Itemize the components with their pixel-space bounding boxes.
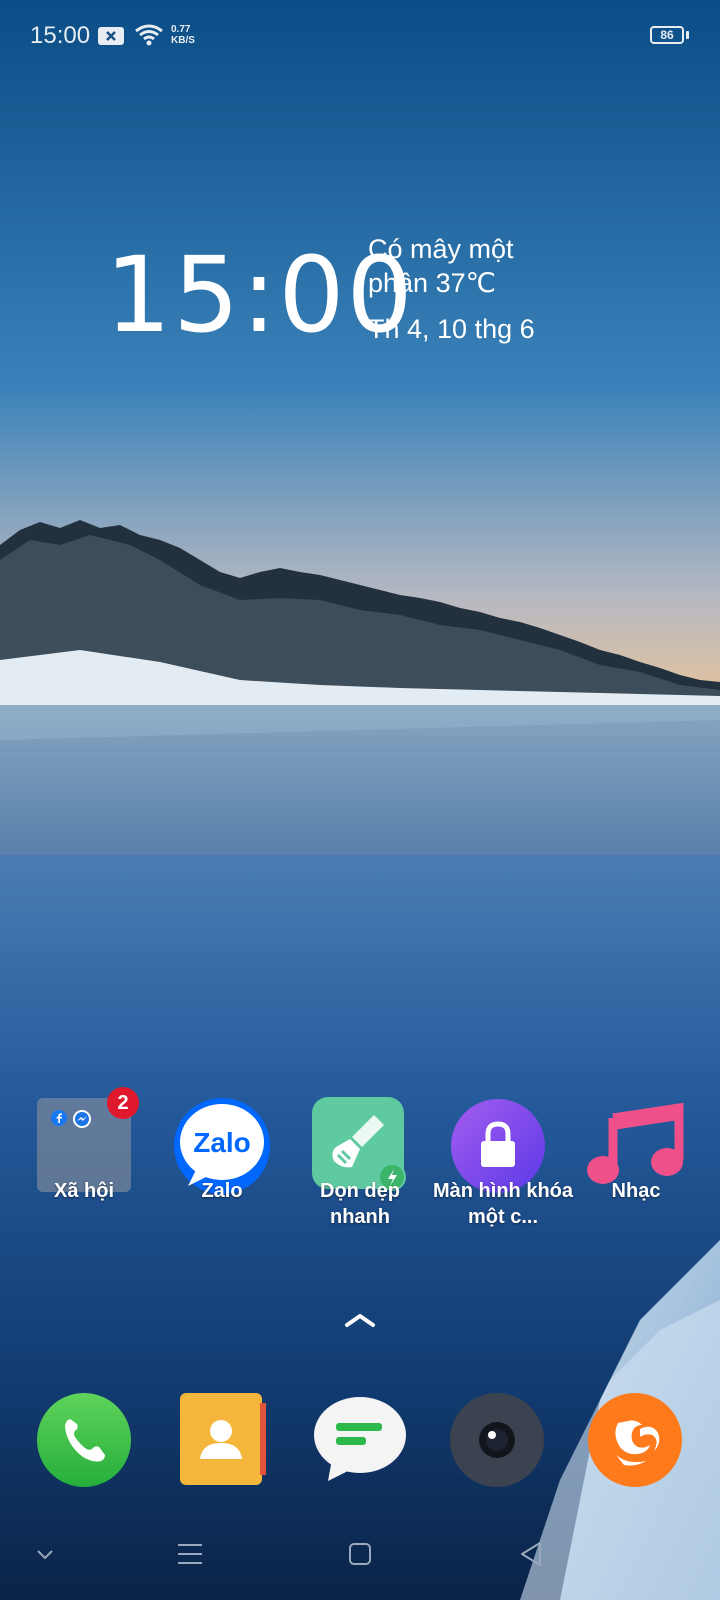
net-speed-value: 0.77 [171,24,191,35]
camera-icon[interactable] [450,1393,544,1492]
navigation-bar [0,1520,720,1600]
battery-level: 86 [660,28,674,42]
battery-tip [686,31,689,39]
notification-badge: 2 [107,1087,139,1119]
phone-icon[interactable] [37,1393,131,1492]
uc-browser-icon[interactable] [588,1393,682,1492]
menu-icon[interactable] [176,1542,204,1571]
weather-info[interactable]: Có mây một phần 37℃ [368,232,568,300]
chevron-down-icon[interactable] [36,1548,54,1566]
chevron-up-icon[interactable] [344,1312,376,1333]
status-bar: 15:00 0.77 KB/S 86 [0,0,720,72]
date-info[interactable]: Th 4, 10 thg 6 [368,314,535,345]
app-label-zalo[interactable]: Zalo [152,1178,292,1204]
app-label-cleaner[interactable]: Dọn dẹp nhanh [290,1178,430,1230]
no-sim-icon [98,27,124,50]
status-time: 15:00 [30,22,91,49]
app-label-social[interactable]: Xã hội [14,1178,154,1204]
home-icon[interactable] [348,1542,372,1571]
app-label-music[interactable]: Nhạc [566,1178,706,1204]
wifi-icon [134,24,164,51]
net-speed: 0.77 KB/S [171,24,195,46]
net-speed-unit: KB/S [171,35,195,46]
zalo-icon-text: Zalo [193,1127,251,1158]
back-icon[interactable] [518,1540,544,1573]
facebook-icon [51,1110,67,1131]
app-label-lockscreen[interactable]: Màn hình khóa một c... [428,1178,578,1230]
messenger-icon [73,1110,91,1133]
messages-icon[interactable] [312,1395,408,1492]
contacts-icon[interactable] [180,1393,266,1492]
